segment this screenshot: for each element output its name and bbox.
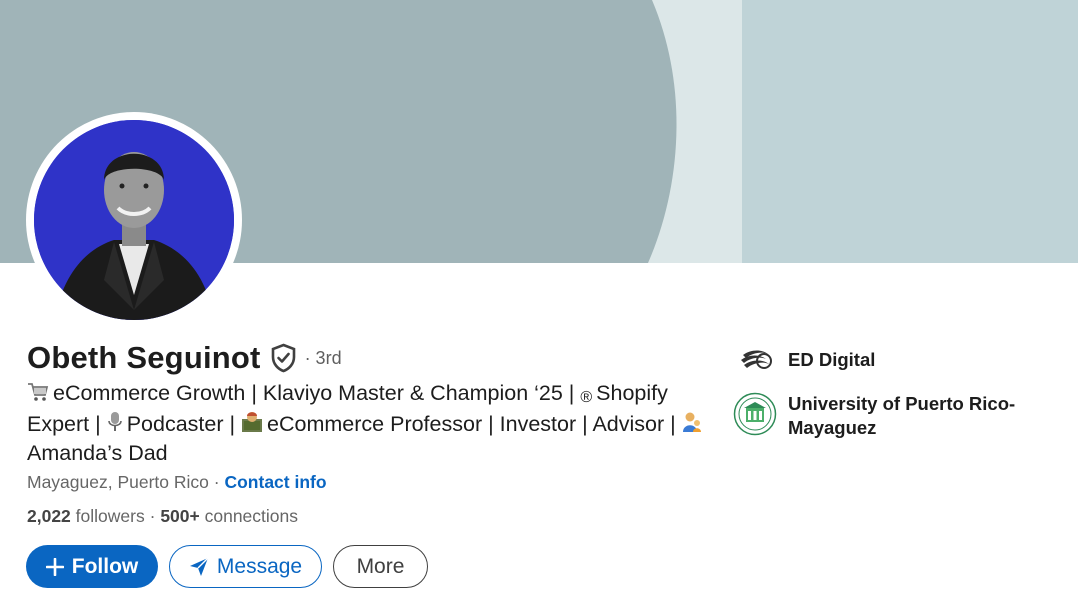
current-company[interactable]: ED Digital [733,338,875,382]
location-row: Mayaguez, Puerto Rico · Contact info [27,472,327,493]
company-name: ED Digital [788,349,876,370]
connections-label: connections [204,506,299,526]
message-button[interactable]: Message [169,545,322,588]
more-button[interactable]: More [333,545,428,588]
profile-photo-frame [26,112,242,328]
school-name: University of Puerto Rico- Mayaguez [788,392,1015,440]
profile-actions: Follow Message More [26,545,428,588]
followers-label: followers [75,506,145,526]
name-row: Obeth Seguinot · 3rd [27,340,342,376]
university-seal-icon [733,392,777,436]
microphone-icon [107,411,123,440]
verified-shield-icon[interactable] [270,343,297,373]
contact-info-link[interactable]: Contact info [224,472,326,492]
headline-text-4: eCommerce Professor | Investor | Advisor… [267,412,676,436]
headline-text-3: Podcaster | [126,412,236,436]
headline-text-5: Amanda’s Dad [27,441,168,465]
location-text: Mayaguez, Puerto Rico [27,472,209,492]
connections-count[interactable]: 500+ [160,506,199,526]
location-separator: · [208,472,225,492]
stats-row: 2,022 followers · 500+ connections [27,506,298,527]
profile-headline: eCommerce Growth | Klaviyo Master & Cham… [27,380,707,467]
follow-button[interactable]: Follow [26,545,158,588]
school-name-line-2: Mayaguez [788,417,877,438]
father-icon [682,411,702,440]
avatar[interactable] [34,120,234,320]
school-name-line-1: University of Puerto Rico- [788,393,1016,414]
company-logo-icon [733,338,777,382]
follow-label: Follow [71,554,139,578]
more-label: More [356,554,405,578]
message-label: Message [216,554,303,578]
plus-icon [45,557,64,576]
send-icon [189,557,209,577]
headline-text-1: eCommerce Growth | Klaviyo Master & Cham… [53,381,575,405]
followers-count[interactable]: 2,022 [27,506,71,526]
connections-separator: · [149,506,161,526]
profile-name: Obeth Seguinot [27,340,261,375]
teacher-icon [241,411,263,440]
shopping-cart-icon [27,382,49,409]
education-school[interactable]: University of Puerto Rico- Mayaguez [733,392,1015,440]
registered-icon: ® [580,389,593,406]
connection-degree: · 3rd [304,347,342,368]
